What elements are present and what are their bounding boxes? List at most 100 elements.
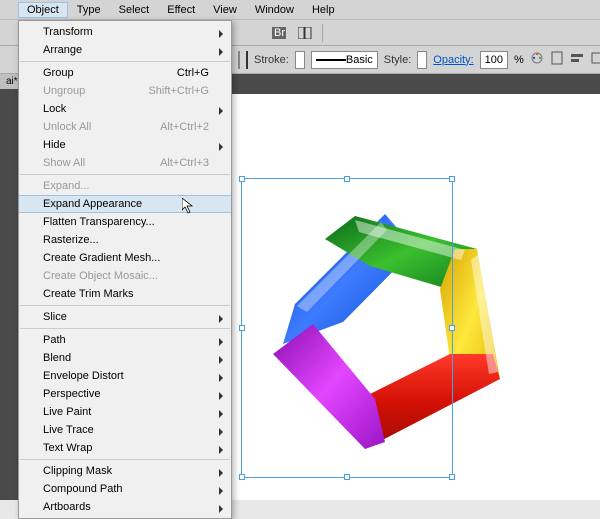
menu-item-label: Create Trim Marks: [43, 288, 133, 300]
menu-separator: [20, 61, 230, 62]
menu-item-expand: Expand...: [19, 177, 231, 195]
menu-item-label: Expand...: [43, 180, 89, 192]
menu-item-shortcut: Alt+Ctrl+3: [160, 157, 209, 169]
menu-select[interactable]: Select: [110, 2, 159, 18]
object-menu-dropdown: Transform Arrange Group Ctrl+G Ungroup Shift+…: [18, 20, 232, 519]
menu-separator: [20, 328, 230, 329]
menu-item-label: Flatten Transparency...: [43, 216, 155, 228]
selection-bounding-box[interactable]: [241, 178, 453, 478]
arrange-docs-icon[interactable]: [294, 23, 316, 43]
menu-item-label: Show All: [43, 157, 85, 169]
submenu-arrow-icon: [219, 392, 223, 400]
style-label: Style:: [384, 54, 412, 66]
submenu-arrow-icon: [219, 469, 223, 477]
menu-item-envelope-distort[interactable]: Envelope Distort: [19, 367, 231, 385]
menu-item-label: Artboards: [43, 501, 91, 513]
stroke-weight-field[interactable]: [295, 51, 305, 69]
svg-text:Br: Br: [274, 27, 285, 39]
menu-item-label: Text Wrap: [43, 442, 92, 454]
menu-item-path[interactable]: Path: [19, 331, 231, 349]
menu-item-label: Compound Path: [43, 483, 123, 495]
menu-item-create-gradient-mesh[interactable]: Create Gradient Mesh...: [19, 249, 231, 267]
menu-help[interactable]: Help: [303, 2, 344, 18]
menu-item-arrange[interactable]: Arrange: [19, 41, 231, 59]
handle-sw[interactable]: [239, 474, 245, 480]
menu-item-artboards[interactable]: Artboards: [19, 498, 231, 516]
fill-swatch[interactable]: [238, 51, 240, 69]
handle-w[interactable]: [239, 325, 245, 331]
menu-type[interactable]: Type: [68, 2, 110, 18]
menu-item-label: Envelope Distort: [43, 370, 124, 382]
menu-separator: [20, 174, 230, 175]
handle-ne[interactable]: [449, 176, 455, 182]
menu-item-clipping-mask[interactable]: Clipping Mask: [19, 462, 231, 480]
submenu-arrow-icon: [219, 446, 223, 454]
menu-effect[interactable]: Effect: [158, 2, 204, 18]
submenu-arrow-icon: [219, 374, 223, 382]
menu-item-unlock-all: Unlock All Alt+Ctrl+2: [19, 118, 231, 136]
menu-item-transform[interactable]: Transform: [19, 23, 231, 41]
menu-separator: [20, 305, 230, 306]
handle-nw[interactable]: [239, 176, 245, 182]
bridge-icon[interactable]: Br: [268, 23, 290, 43]
opacity-value: 100: [485, 54, 503, 66]
stroke-swatch[interactable]: [246, 51, 248, 69]
menu-item-ungroup: Ungroup Shift+Ctrl+G: [19, 82, 231, 100]
submenu-arrow-icon: [219, 48, 223, 56]
menu-separator: [20, 459, 230, 460]
menu-item-show-all: Show All Alt+Ctrl+3: [19, 154, 231, 172]
transform-icon[interactable]: [590, 51, 600, 68]
menu-item-shortcut: Alt+Ctrl+2: [160, 121, 209, 133]
menu-item-create-trim-marks[interactable]: Create Trim Marks: [19, 285, 231, 303]
submenu-arrow-icon: [219, 107, 223, 115]
menu-item-label: Create Gradient Mesh...: [43, 252, 160, 264]
menu-item-label: Group: [43, 67, 74, 79]
opacity-label[interactable]: Opacity:: [433, 54, 473, 66]
menu-item-label: Arrange: [43, 44, 82, 56]
menu-item-text-wrap[interactable]: Text Wrap: [19, 439, 231, 457]
menu-item-label: Transform: [43, 26, 93, 38]
menu-item-label: Lock: [43, 103, 66, 115]
opacity-field[interactable]: 100: [480, 51, 508, 69]
brush-field[interactable]: Basic: [311, 51, 378, 69]
menu-item-label: Unlock All: [43, 121, 91, 133]
menu-item-expand-appearance[interactable]: Expand Appearance: [19, 195, 231, 213]
menu-item-live-paint[interactable]: Live Paint: [19, 403, 231, 421]
submenu-arrow-icon: [219, 356, 223, 364]
menu-item-rasterize[interactable]: Rasterize...: [19, 231, 231, 249]
menu-item-group[interactable]: Group Ctrl+G: [19, 64, 231, 82]
menu-view[interactable]: View: [204, 2, 246, 18]
handle-se[interactable]: [449, 474, 455, 480]
menu-item-blend[interactable]: Blend: [19, 349, 231, 367]
handle-s[interactable]: [344, 474, 350, 480]
percent-label: %: [514, 54, 524, 66]
menu-item-label: Live Paint: [43, 406, 91, 418]
submenu-arrow-icon: [219, 428, 223, 436]
align-icon[interactable]: [570, 51, 584, 68]
doc-setup-icon[interactable]: [550, 51, 564, 68]
menu-window[interactable]: Window: [246, 2, 303, 18]
menu-item-perspective[interactable]: Perspective: [19, 385, 231, 403]
menu-item-compound-path[interactable]: Compound Path: [19, 480, 231, 498]
menu-item-hide[interactable]: Hide: [19, 136, 231, 154]
handle-e[interactable]: [449, 325, 455, 331]
menu-item-label: Perspective: [43, 388, 100, 400]
submenu-arrow-icon: [219, 487, 223, 495]
menu-item-label: Ungroup: [43, 85, 85, 97]
menu-item-flatten-transparency[interactable]: Flatten Transparency...: [19, 213, 231, 231]
submenu-arrow-icon: [219, 30, 223, 38]
menu-item-label: Live Trace: [43, 424, 94, 436]
menu-item-live-trace[interactable]: Live Trace: [19, 421, 231, 439]
menu-item-label: Slice: [43, 311, 67, 323]
menu-item-label: Rasterize...: [43, 234, 99, 246]
recolor-icon[interactable]: [530, 51, 544, 68]
handle-n[interactable]: [344, 176, 350, 182]
menu-object[interactable]: Object: [18, 2, 68, 18]
submenu-arrow-icon: [219, 410, 223, 418]
menu-item-shortcut: Shift+Ctrl+G: [148, 85, 209, 97]
menu-item-label: Blend: [43, 352, 71, 364]
menu-item-lock[interactable]: Lock: [19, 100, 231, 118]
menu-item-shortcut: Ctrl+G: [177, 67, 209, 79]
menu-item-slice[interactable]: Slice: [19, 308, 231, 326]
style-field[interactable]: [417, 51, 427, 69]
